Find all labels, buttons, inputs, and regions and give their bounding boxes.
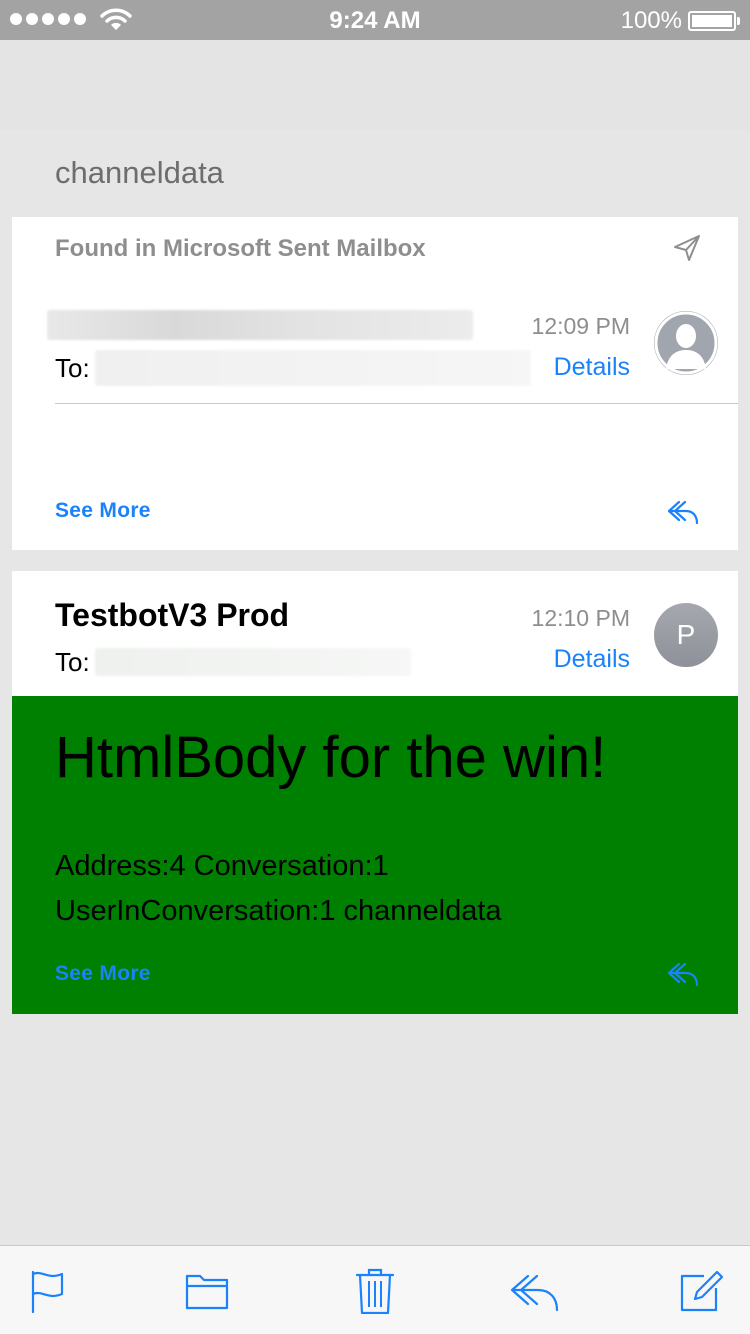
reply-icon[interactable] — [666, 498, 700, 526]
details-link[interactable]: Details — [554, 353, 630, 382]
message-time: 12:09 PM — [531, 313, 630, 339]
sent-icon — [674, 235, 700, 261]
recipient-redacted — [95, 648, 411, 676]
to-label: To: — [55, 353, 90, 383]
reply-icon[interactable] — [666, 960, 700, 988]
trash-icon[interactable] — [352, 1268, 398, 1314]
folder-icon[interactable] — [184, 1268, 230, 1314]
header-divider — [55, 403, 738, 404]
battery-percent: 100% — [620, 7, 682, 34]
html-message-body: HtmlBody for the win! Address:4 Conversa… — [12, 696, 738, 1014]
details-link[interactable]: Details — [554, 645, 630, 674]
navigation-bar — [0, 40, 750, 130]
to-label: To: — [55, 647, 90, 677]
html-body-heading: HtmlBody for the win! — [55, 725, 607, 790]
avatar — [654, 311, 718, 375]
html-body-paragraph: Address:4 Conversation:1 UserInConversat… — [55, 850, 502, 927]
battery-icon — [688, 11, 740, 31]
mailbox-note: Found in Microsoft Sent Mailbox — [55, 235, 426, 262]
message-time: 12:10 PM — [531, 605, 630, 631]
see-more-link[interactable]: See More — [55, 499, 151, 523]
avatar: P — [654, 603, 718, 667]
sender-redacted — [47, 310, 473, 340]
status-bar: 9:24 AM 100% — [0, 0, 750, 40]
thread-subject: channeldata — [55, 155, 224, 190]
recipient-redacted — [95, 350, 531, 386]
compose-icon[interactable] — [678, 1268, 724, 1314]
reply-icon[interactable] — [508, 1268, 560, 1314]
bottom-toolbar — [0, 1245, 750, 1334]
sender-name: TestbotV3 Prod — [55, 597, 290, 633]
person-silhouette-icon — [654, 311, 718, 375]
message-card[interactable]: Found in Microsoft Sent Mailbox 12:09 PM… — [12, 217, 738, 550]
message-card[interactable]: TestbotV3 Prod 12:10 PM To: Details P Ht… — [12, 571, 738, 1014]
flag-icon[interactable] — [26, 1268, 72, 1314]
see-more-link[interactable]: See More — [55, 962, 151, 986]
